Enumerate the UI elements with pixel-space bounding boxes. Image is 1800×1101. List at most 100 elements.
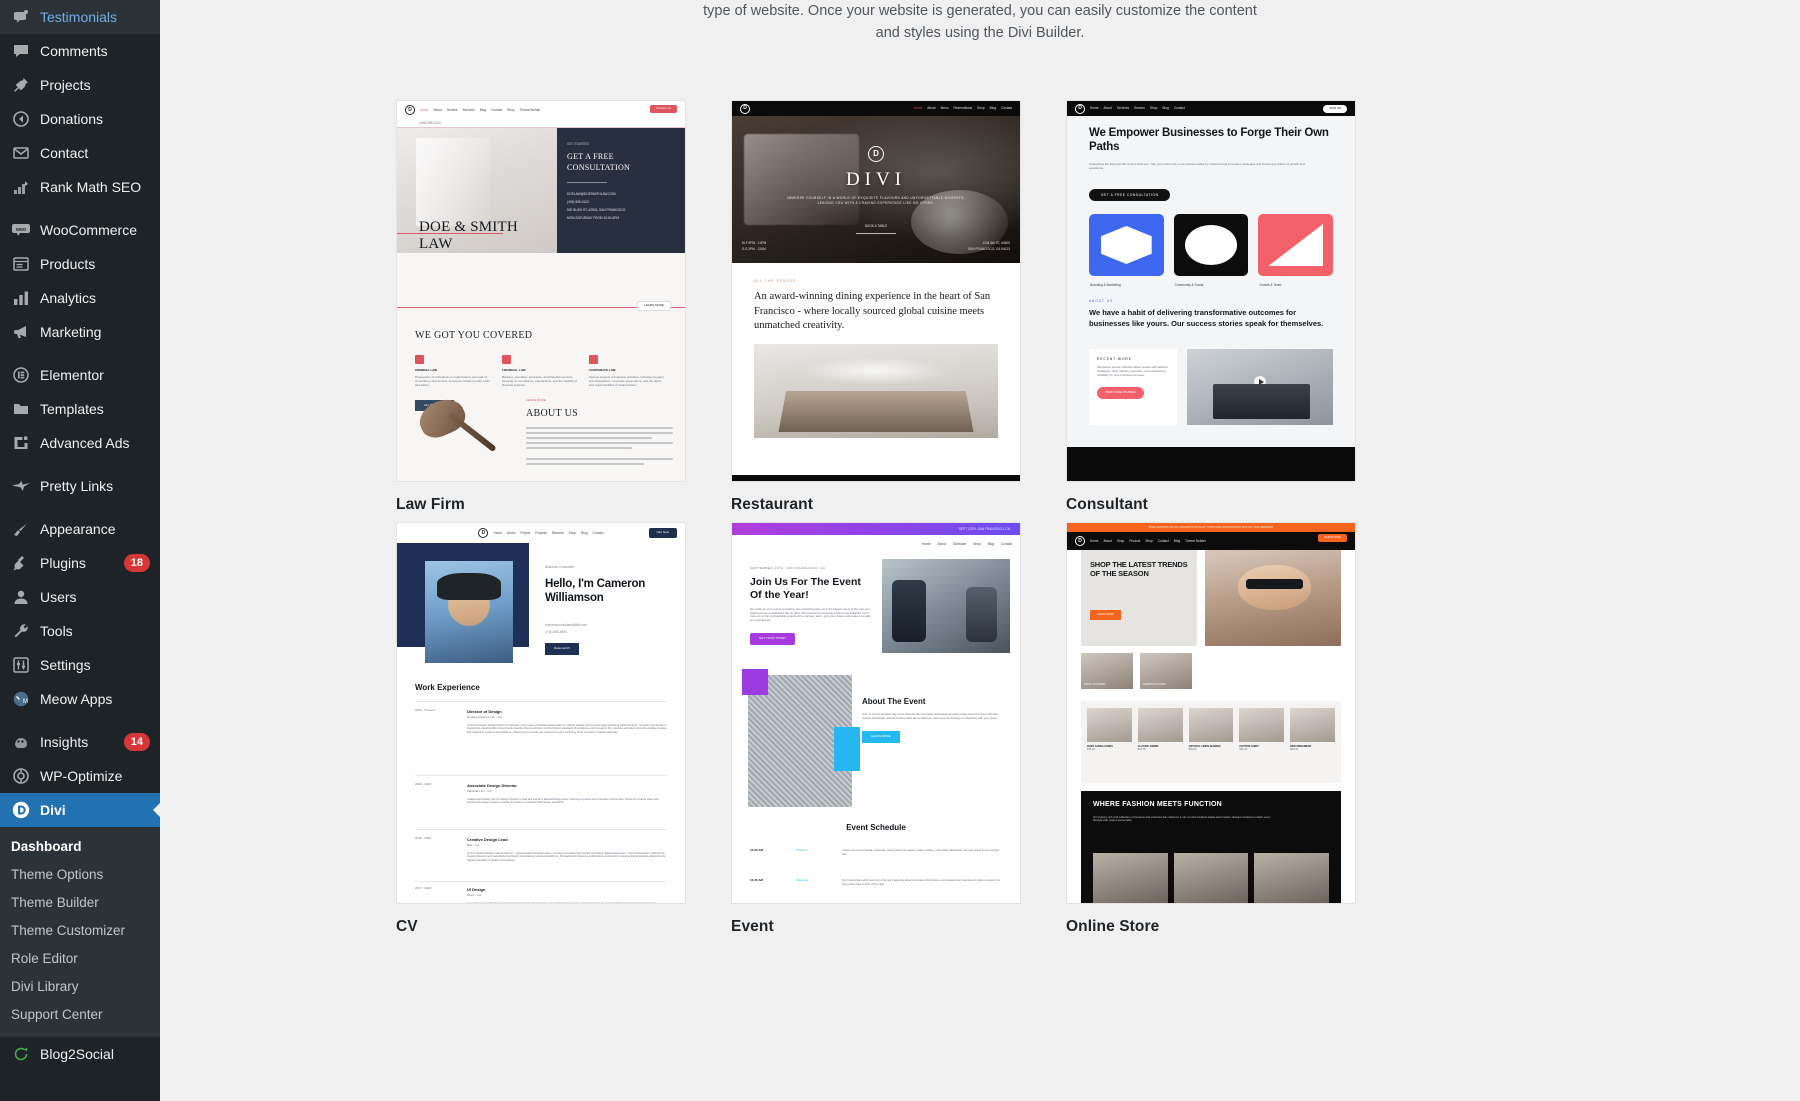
divi-submenu-divi-library[interactable]: Divi Library [0, 973, 160, 1001]
mock-exp-dates: 2018 - 2020 [415, 836, 432, 840]
consultant-mockup: D Home About Services Sectors Shop Blog … [1067, 101, 1355, 481]
sidebar-item-blog2social[interactable]: Blog2Social [0, 1037, 160, 1071]
mock-product: CRYSTAL LINEN SHADES $46.00 [1188, 708, 1234, 752]
template-card-online-store[interactable]: FREE SHIPPING ON ALL ORDERS OVER $100 | … [1066, 522, 1356, 936]
mock-hero: SHOP THE LATEST TRENDS OF THE SEASON SHO… [1081, 550, 1341, 646]
mock-nav-link: About [1103, 538, 1112, 543]
sidebar-item-pretty-links[interactable]: Pretty Links [0, 469, 160, 503]
mock-portrait [425, 561, 513, 663]
sidebar-item-label: Settings [40, 657, 91, 673]
template-card-cv[interactable]: D Home About Project Projects Resume Sho… [396, 522, 686, 936]
mock-nav-link: About [1103, 106, 1112, 111]
mock-product-image [1137, 708, 1183, 742]
mock-nav-link: Services [1116, 106, 1130, 111]
mock-category-label: SHOP FLIP FLOPS [1143, 682, 1166, 686]
mock-section-title: Work Experience [415, 683, 480, 692]
template-card-restaurant[interactable]: D Home About Menu Reservations Shop Blog… [731, 100, 1021, 514]
mock-panel-line: MON-SATURDAY FROM 10:00-5PM [567, 216, 620, 221]
mock-nav-link: Project [520, 530, 531, 535]
mock-about-eyebrow: LEARN MORE [526, 398, 546, 402]
sidebar-item-meow-apps[interactable]: M Meow Apps [0, 682, 160, 716]
template-preview-law-firm[interactable]: D Home About Service Services Blog Conta… [396, 100, 686, 482]
mock-topbar-text: FREE SHIPPING ON ALL ORDERS OVER $100 | … [1148, 525, 1274, 529]
sidebar-item-plugins[interactable]: Plugins 18 [0, 546, 160, 580]
mock-tile-label: Growth & Team [1259, 282, 1282, 287]
mock-nav-link: Blog [1162, 106, 1169, 111]
sidebar-item-marketing[interactable]: Marketing [0, 315, 160, 349]
mock-category-thumbs: SHOP CLOTHING SHOP FLIP FLOPS [1081, 653, 1192, 689]
mock-nav: D Home About Service Services Blog Conta… [397, 101, 685, 119]
mock-email: businessconsultant@divi.com [545, 623, 588, 627]
sidebar-item-comments[interactable]: Comments [0, 34, 160, 68]
mock-body: ALL THE SENSES An award-winning dining e… [732, 263, 1020, 438]
template-preview-cv[interactable]: D Home About Project Projects Resume Sho… [396, 522, 686, 904]
mock-panel-line: 530 BUSH ST, #2901, SAN FRANCISCO [567, 208, 626, 213]
template-card-event[interactable]: SEPT 13TH, SAN FRANCISCO, CA D Home Abou… [731, 522, 1021, 936]
mock-about-text: LEARN MORE ABOUT US [522, 393, 685, 481]
sidebar-item-tools[interactable]: Tools [0, 614, 160, 648]
sidebar-item-projects[interactable]: Projects [0, 68, 160, 102]
sidebar-item-settings[interactable]: Settings [0, 648, 160, 682]
mock-panel-title: GET A FREE CONSULTATION [567, 152, 631, 172]
mock-exp-desc: As the Innovation Design Director at Vez… [467, 724, 667, 734]
sidebar-item-insights[interactable]: Insights 14 [0, 725, 160, 759]
template-card-consultant[interactable]: D Home About Services Sectors Shop Blog … [1066, 100, 1356, 514]
sidebar-item-donations[interactable]: Donations [0, 102, 160, 136]
template-preview-consultant[interactable]: D Home About Services Sectors Shop Blog … [1066, 100, 1356, 482]
mock-address: 1234 5th ST, #4500 [982, 240, 1010, 245]
mock-exp-company: Mech - CA [467, 893, 482, 898]
gavel-icon [415, 355, 424, 364]
mock-eyebrow: SEPTEMBER 13TH, SAN FRANCISCO, CA [750, 566, 826, 570]
mock-nav-link: Theme Builder [1185, 538, 1206, 543]
sidebar-item-elementor[interactable]: Elementor [0, 358, 160, 392]
template-preview-restaurant[interactable]: D Home About Menu Reservations Shop Blog… [731, 100, 1021, 482]
mock-nav-link: Contact [1173, 106, 1185, 111]
woocommerce-icon: woo [11, 220, 31, 240]
mock-topbar-text: SEPT 13TH, SAN FRANCISCO, CA [958, 526, 1010, 531]
sidebar-item-testimonials[interactable]: Testimonials [0, 0, 160, 34]
sidebar-item-advanced-ads[interactable]: Advanced Ads [0, 426, 160, 460]
pin-icon [11, 75, 31, 95]
mock-phone: (406) 555-0120 [419, 121, 441, 125]
sidebar-item-divi[interactable]: Divi [0, 793, 160, 827]
divi-submenu-theme-customizer[interactable]: Theme Customizer [0, 917, 160, 945]
sidebar-item-templates[interactable]: Templates [0, 392, 160, 426]
sidebar-item-appearance[interactable]: Appearance [0, 512, 160, 546]
mock-tile: Growth & Team [1258, 214, 1334, 287]
mock-schedule-title: Event Schedule [846, 823, 906, 832]
divi-submenu-theme-options[interactable]: Theme Options [0, 861, 160, 889]
mock-nav-link: About [927, 106, 936, 111]
template-preview-event[interactable]: SEPT 13TH, SAN FRANCISCO, CA D Home Abou… [731, 522, 1021, 904]
divi-submenu-role-editor[interactable]: Role Editor [0, 945, 160, 973]
mock-nav-link: Contact [592, 530, 604, 535]
divi-submenu-theme-builder[interactable]: Theme Builder [0, 889, 160, 917]
mock-nav-link: About [507, 530, 516, 535]
mock-schedule-time: 10:30 AM [750, 878, 764, 882]
mock-hero-panel: GET STARTED GET A FREE CONSULTATION DOEL… [557, 128, 685, 253]
template-preview-online-store[interactable]: FREE SHIPPING ON ALL ORDERS OVER $100 | … [1066, 522, 1356, 904]
divi-submenu-support-center[interactable]: Support Center [0, 1001, 160, 1029]
sidebar-item-contact[interactable]: Contact [0, 136, 160, 170]
mock-schedule-time: 10:00 AM [750, 848, 764, 852]
mock-nav-link: About [433, 107, 442, 112]
mock-nav-link: Home [1090, 106, 1099, 111]
template-title: Event [731, 918, 774, 935]
sidebar-item-analytics[interactable]: Analytics [0, 281, 160, 315]
mock-nav-link: Shop [1116, 538, 1125, 543]
mock-headline: Join Us For The Event Of the Year! [750, 575, 861, 602]
mock-nav: D Home About Menu Reservations Shop Blog… [732, 101, 1020, 116]
sidebar-item-woocommerce[interactable]: woo WooCommerce [0, 213, 160, 247]
divi-submenu-dashboard[interactable]: Dashboard [0, 833, 160, 861]
template-card-law-firm[interactable]: D Home About Service Services Blog Conta… [396, 100, 686, 514]
mock-address: SAN FRANCISCO, CA 94123 [968, 246, 1010, 251]
sidebar-item-products[interactable]: Products [0, 247, 160, 281]
mock-tile: Branding & Marketing [1089, 214, 1164, 287]
sidebar-item-wp-optimize[interactable]: WP-Optimize [0, 759, 160, 793]
mock-exp-company: Bixt - CA [467, 843, 479, 848]
svg-text:M: M [23, 699, 28, 705]
mock-nav-link: Reservations [953, 106, 973, 111]
sidebar-item-users[interactable]: Users [0, 580, 160, 614]
mock-nav: D Home About Services Sectors Shop Blog … [1067, 101, 1355, 116]
sidebar-item-rank-math-seo[interactable]: Rank Math SEO [0, 170, 160, 204]
mock-hero-cta: SHOP NOW [1090, 610, 1121, 620]
